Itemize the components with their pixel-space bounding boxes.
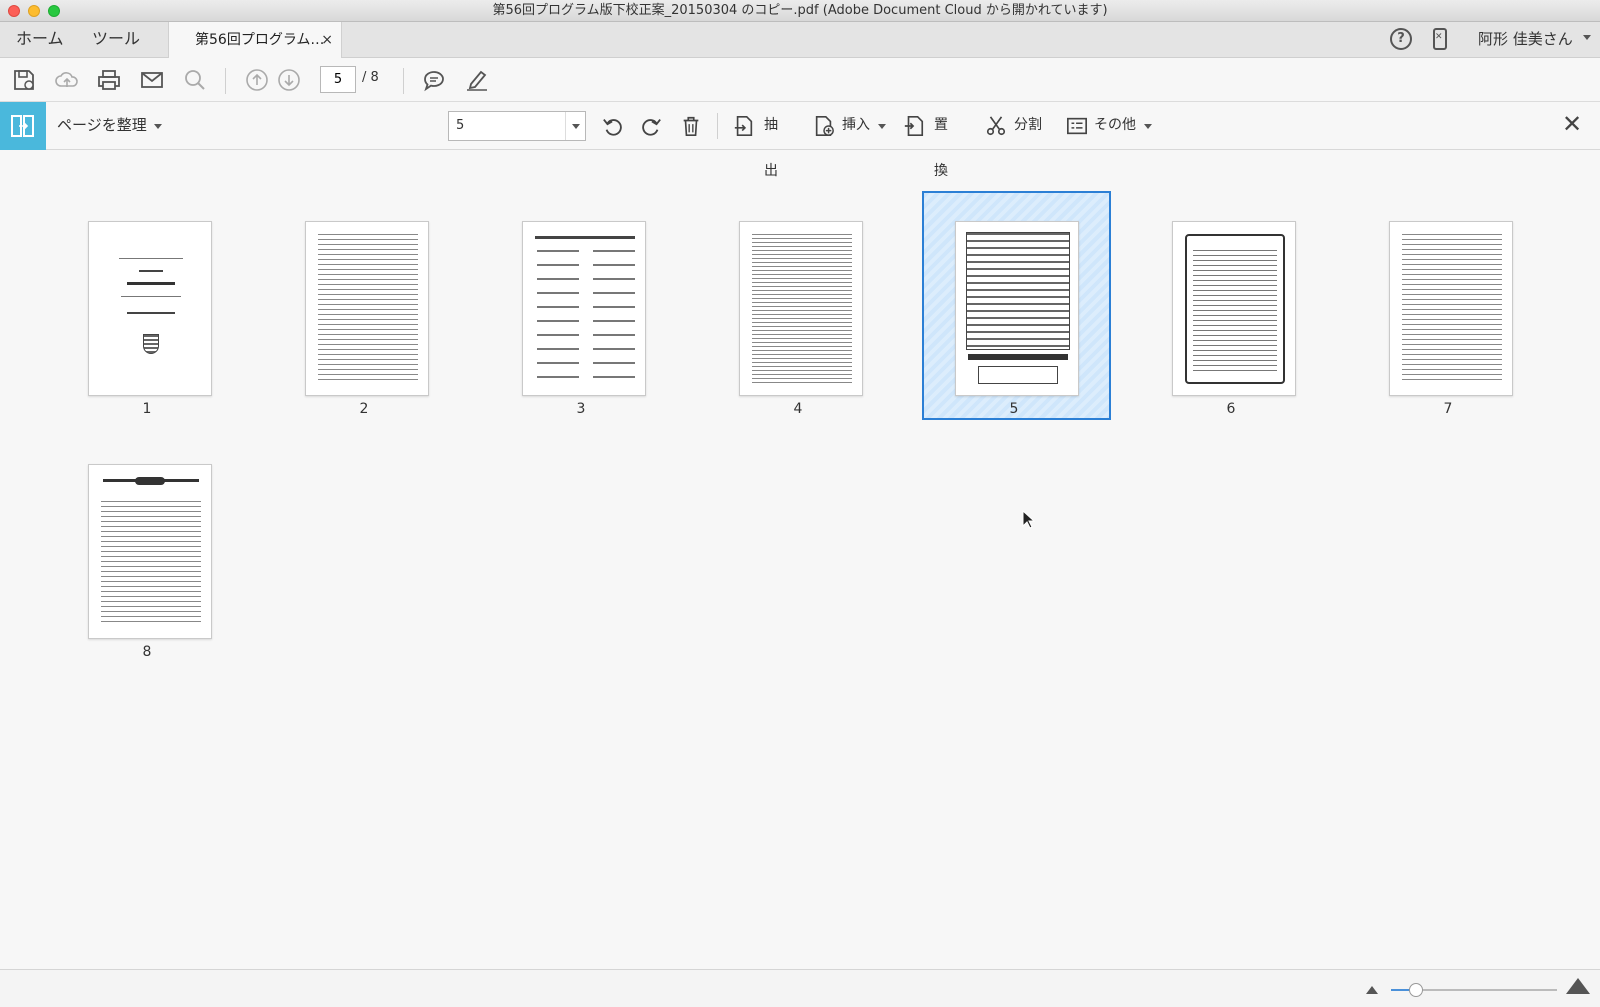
comment-icon[interactable] (422, 68, 446, 92)
window-close-button[interactable] (8, 5, 20, 17)
chevron-down-icon[interactable] (878, 124, 886, 129)
insert-page-icon (815, 116, 834, 136)
close-organize-icon[interactable]: ✕ (1562, 112, 1582, 136)
mail-icon[interactable] (140, 68, 164, 92)
extract-label: 抽出 (764, 117, 778, 179)
page-thumbnail-7[interactable] (1389, 221, 1513, 396)
organize-pages-title[interactable]: ページを整理 (57, 102, 147, 150)
toolbar-divider (717, 113, 718, 139)
main-toolbar: / 8 (0, 58, 1600, 102)
select-arrow-icon[interactable] (565, 112, 585, 140)
replace-page-icon (904, 116, 924, 136)
replace-label: 置換 (934, 117, 948, 179)
status-bar (0, 969, 1600, 1007)
page-number-input[interactable] (320, 66, 356, 93)
page-thumbnail-8[interactable] (88, 464, 212, 639)
page-down-icon[interactable] (277, 68, 301, 92)
rotate-left-icon[interactable] (602, 115, 624, 137)
extract-icon (734, 116, 753, 136)
highlight-pen-icon[interactable] (465, 68, 489, 92)
upload-icon[interactable] (55, 68, 79, 92)
page-label: 2 (359, 401, 369, 417)
page-thumbnail-3[interactable] (522, 221, 646, 396)
page-thumbnail-4[interactable] (739, 221, 863, 396)
organize-pages-tool-icon[interactable] (0, 102, 46, 150)
page-total: / 8 (362, 70, 379, 85)
window-minimize-button[interactable] (28, 5, 40, 17)
zoom-slider[interactable] (1391, 983, 1557, 997)
chevron-down-icon[interactable] (154, 124, 162, 129)
window-title: 第56回プログラム版下校正案_20150304 のコピー.pdf (Adobe … (492, 3, 1108, 18)
mouse-cursor-icon (1022, 510, 1036, 529)
zoom-out-icon[interactable] (1366, 986, 1378, 994)
page-thumbnail-6[interactable] (1172, 221, 1296, 396)
zoom-slider-thumb[interactable] (1409, 983, 1423, 997)
page-label: 8 (142, 644, 152, 660)
tab-document-label: 第56回プログラム… (195, 32, 325, 48)
insert-label: 挿入 (842, 117, 870, 133)
page-up-icon[interactable] (245, 68, 269, 92)
page-label: 6 (1226, 401, 1236, 417)
page-thumbnail-2[interactable] (305, 221, 429, 396)
replace-button[interactable]: 置換 (903, 102, 961, 179)
save-icon[interactable] (12, 68, 36, 92)
extract-button[interactable]: 抽出 (733, 102, 791, 179)
search-icon[interactable] (183, 68, 207, 92)
page-label: 5 (1009, 401, 1019, 417)
user-account-name[interactable]: 阿形 佳美さん (1478, 22, 1573, 58)
page-label: 4 (793, 401, 803, 417)
delete-trash-icon[interactable] (680, 115, 702, 137)
split-button[interactable]: 分割 (985, 102, 1043, 150)
help-icon[interactable]: ? (1390, 28, 1412, 50)
page-label: 3 (576, 401, 586, 417)
rotate-right-icon[interactable] (640, 115, 662, 137)
split-label: 分割 (1014, 117, 1042, 133)
page-thumbnail-1[interactable] (88, 221, 212, 396)
zoom-in-icon[interactable] (1566, 978, 1590, 994)
mobile-link-icon[interactable] (1433, 28, 1447, 50)
organize-pages-toolbar: ページを整理 5 抽出 挿入 置換 分割 その他 (0, 102, 1600, 179)
print-icon[interactable] (97, 68, 121, 92)
tab-home[interactable]: ホーム (16, 22, 64, 58)
tab-close-icon[interactable]: × (321, 22, 333, 58)
chevron-down-icon[interactable] (1583, 35, 1591, 40)
page-label: 7 (1443, 401, 1453, 417)
window-title-bar: 第56回プログラム版下校正案_20150304 のコピー.pdf (Adobe … (0, 0, 1600, 22)
toolbar-divider (225, 68, 226, 94)
page-label: 1 (142, 401, 152, 417)
more-label: その他 (1094, 117, 1136, 133)
tab-document[interactable]: 第56回プログラム… × (168, 22, 342, 59)
more-options-icon (1067, 117, 1087, 135)
page-range-select[interactable]: 5 (448, 111, 586, 141)
toolbar-divider (403, 68, 404, 94)
page-thumbnail-5[interactable] (955, 221, 1079, 396)
window-zoom-button[interactable] (48, 5, 60, 17)
insert-button[interactable]: 挿入 (813, 102, 886, 150)
page-range-value: 5 (456, 118, 465, 133)
tab-bar: ホーム ツール 第56回プログラム… × ? 阿形 佳美さん (0, 22, 1600, 59)
chevron-down-icon[interactable] (1144, 124, 1152, 129)
tab-tools[interactable]: ツール (92, 22, 140, 58)
scissors-icon (986, 116, 1006, 136)
more-button[interactable]: その他 (1066, 102, 1152, 150)
